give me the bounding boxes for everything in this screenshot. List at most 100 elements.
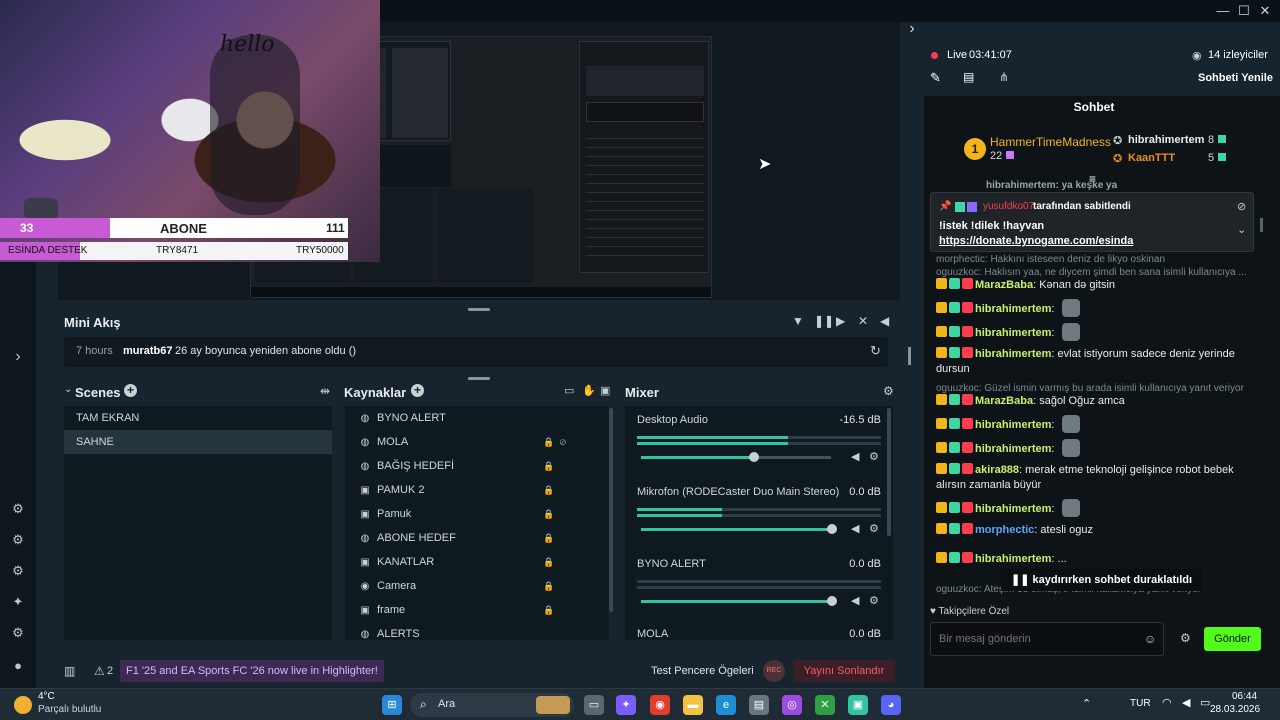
edge-icon[interactable]: e bbox=[716, 695, 736, 715]
alert-icon[interactable]: ⚠ bbox=[94, 664, 105, 678]
xbox-icon[interactable]: ✕ bbox=[815, 695, 835, 715]
chat-username[interactable]: MarazBaba bbox=[975, 395, 1033, 407]
collapse-chat-icon[interactable]: › bbox=[903, 20, 921, 38]
send-button[interactable]: Gönder bbox=[1204, 627, 1261, 651]
chat-username[interactable]: akira888 bbox=[975, 464, 1019, 476]
lock-icon[interactable]: 🔒 bbox=[543, 598, 554, 622]
source-item[interactable]: ▣ KANATLAR 🔒 bbox=[345, 550, 609, 574]
source-item[interactable]: ◍ ABONE HEDEF 🔒 bbox=[345, 526, 609, 550]
volume-slider[interactable] bbox=[641, 524, 837, 534]
chat-scrollbar[interactable] bbox=[1260, 218, 1263, 232]
source-item[interactable]: ▣ PAMUK 2 🔒 bbox=[345, 478, 609, 502]
refresh-chat-button[interactable]: Sohbeti Yenile bbox=[1198, 72, 1273, 84]
tray-chevron-icon[interactable]: ⌃ bbox=[1082, 697, 1091, 710]
pinned-link[interactable]: https://donate.bynogame.com/esinda bbox=[939, 235, 1133, 247]
apps-icon[interactable]: ⚙ bbox=[9, 562, 27, 580]
chat-message[interactable]: akira888: merak etme teknoloji gelişince… bbox=[936, 463, 1258, 493]
source-item[interactable]: ◍ BYNO ALERT bbox=[345, 406, 609, 430]
language-indicator[interactable]: TUR bbox=[1130, 698, 1151, 709]
lock-icon[interactable]: 🔒 bbox=[543, 430, 554, 454]
source-item[interactable]: ◍ BAĞIŞ HEDEFİ 🔒 bbox=[345, 454, 609, 478]
chat-username[interactable]: hibrahimertem bbox=[975, 443, 1051, 455]
profile-icon[interactable]: ● bbox=[9, 657, 27, 675]
scene-item-selected[interactable]: SAHNE bbox=[64, 430, 332, 454]
chat-username[interactable]: hibrahimertem bbox=[975, 553, 1051, 565]
mixer-scrollbar[interactable] bbox=[887, 408, 891, 536]
chat-username[interactable]: MarazBaba bbox=[975, 279, 1033, 291]
chat-message[interactable]: hibrahimertem: bbox=[936, 323, 1258, 341]
chrome-icon[interactable]: ◉ bbox=[650, 695, 670, 715]
channel-settings-icon[interactable]: ⚙ bbox=[869, 522, 879, 535]
chat-username[interactable]: hibrahimertem bbox=[975, 419, 1051, 431]
emoji-icon[interactable]: ☺ bbox=[1144, 632, 1156, 646]
studio-mode-icon[interactable]: ▭ bbox=[564, 384, 574, 397]
chat-username[interactable]: morphectic bbox=[975, 524, 1034, 536]
volume-tray-icon[interactable]: ◀ bbox=[1182, 696, 1190, 709]
volume-knob[interactable] bbox=[748, 452, 759, 462]
streamlabs-icon[interactable]: ▣ bbox=[848, 695, 868, 715]
task-view-icon[interactable]: ▭ bbox=[584, 695, 604, 715]
chat-paused-banner[interactable]: ❚❚ kaydırırken sohbet duraklatıldı bbox=[1001, 569, 1203, 591]
chat-message[interactable]: hibrahimertem: bbox=[936, 439, 1258, 457]
source-item[interactable]: ▣ Pamuk 🔒 bbox=[345, 502, 609, 526]
chat-input[interactable]: ☺ bbox=[930, 622, 1164, 656]
source-item[interactable]: ◉ Camera 🔒 bbox=[345, 574, 609, 598]
share-icon[interactable]: ⋔ bbox=[999, 70, 1009, 84]
end-stream-button[interactable]: Yayını Sonlandır bbox=[793, 660, 895, 682]
start-icon[interactable]: ⊞ bbox=[382, 695, 402, 715]
add-source-button[interactable]: + bbox=[411, 384, 424, 397]
wifi-icon[interactable]: ◠ bbox=[1162, 696, 1172, 709]
clock-date[interactable]: 28.03.2026 bbox=[1210, 704, 1260, 715]
chat-message[interactable]: hibrahimertem: ... bbox=[936, 552, 1258, 567]
chat-message[interactable]: oguuzkoc: Güzel ismin varmış bu arada is… bbox=[936, 383, 1258, 409]
hidden-eye-icon[interactable]: ⊘ bbox=[559, 430, 567, 454]
battery-icon[interactable]: ▭ bbox=[1200, 696, 1210, 709]
volume-slider[interactable] bbox=[641, 596, 837, 606]
stats-icon[interactable]: ▥ bbox=[64, 664, 75, 678]
unpin-icon[interactable]: ⊘ bbox=[1237, 200, 1246, 213]
settings-icon[interactable]: ⚙ bbox=[9, 624, 27, 642]
test-widgets-label[interactable]: Test Pencere Ögeleri bbox=[651, 665, 754, 677]
taskbar-search[interactable]: ⌕ Ara bbox=[410, 693, 574, 717]
mixer-settings-icon[interactable]: ⚙ bbox=[883, 384, 894, 398]
chat-message[interactable]: hibrahimertem: bbox=[936, 499, 1258, 517]
store-icon[interactable]: ▤ bbox=[749, 695, 769, 715]
chevron-down-icon[interactable]: ⌄ bbox=[64, 384, 72, 395]
close-button[interactable]: ✕ bbox=[1256, 2, 1274, 20]
feed-event-row[interactable]: 7 hours muratb67 26 ay boyunca yeniden a… bbox=[64, 337, 888, 367]
lock-icon[interactable]: 🔒 bbox=[543, 574, 554, 598]
maximize-button[interactable]: ☐ bbox=[1235, 2, 1253, 20]
lock-icon[interactable]: 🔒 bbox=[543, 550, 554, 574]
source-item[interactable]: ◍ MOLA 🔒 ⊘ bbox=[345, 430, 609, 454]
add-scene-button[interactable]: + bbox=[124, 384, 137, 397]
expand-pin-icon[interactable]: ⌄ bbox=[1237, 223, 1246, 236]
channel-settings-icon[interactable]: ⚙ bbox=[869, 594, 879, 607]
app-icon[interactable]: ◎ bbox=[782, 695, 802, 715]
pause-icon[interactable]: ❚❚ bbox=[814, 314, 834, 328]
explorer-icon[interactable]: ▬ bbox=[683, 695, 703, 715]
mute-alerts-icon[interactable]: ✕ bbox=[858, 314, 868, 328]
mute-icon[interactable]: ◀ bbox=[851, 450, 859, 463]
split-icon[interactable]: ⇹ bbox=[320, 384, 330, 398]
lock-icon[interactable]: 🔒 bbox=[543, 502, 554, 526]
highlighter-promo-link[interactable]: F1 '25 and EA Sports FC '26 now live in … bbox=[120, 660, 384, 682]
filter-icon[interactable]: ▼ bbox=[792, 314, 804, 328]
gifter3-name[interactable]: KaanTTT bbox=[1128, 152, 1175, 164]
lock-icon[interactable]: 🔒 bbox=[543, 526, 554, 550]
resize-handle-2[interactable] bbox=[468, 377, 490, 380]
chat-settings-icon[interactable]: ⚙ bbox=[1180, 631, 1191, 645]
ai-icon[interactable]: ✦ bbox=[9, 593, 27, 611]
chat-message[interactable]: hibrahimertem: evlat istiyorum sadece de… bbox=[936, 347, 1258, 377]
pinned-message[interactable]: 📌 yusufdko07 tarafından sabitlendi ⊘ !is… bbox=[930, 192, 1254, 252]
resize-handle[interactable] bbox=[468, 308, 490, 311]
lock-icon[interactable]: 🔒 bbox=[543, 478, 554, 502]
pinned-by-user[interactable]: yusufdko07 bbox=[983, 201, 1034, 212]
clock-time[interactable]: 06:44 bbox=[1232, 691, 1257, 702]
discord-taskbar-icon[interactable]: ◕ bbox=[881, 695, 901, 715]
volume-icon[interactable]: ◀ bbox=[880, 314, 889, 328]
weather-icon[interactable] bbox=[14, 696, 32, 714]
skip-icon[interactable]: ▶ bbox=[836, 314, 845, 328]
chat-message[interactable]: morphectic: atesli oguz bbox=[936, 523, 1258, 538]
top-gifter-name[interactable]: HammerTimeMadness bbox=[990, 135, 1111, 149]
group-icon[interactable]: ✋ bbox=[582, 384, 596, 397]
